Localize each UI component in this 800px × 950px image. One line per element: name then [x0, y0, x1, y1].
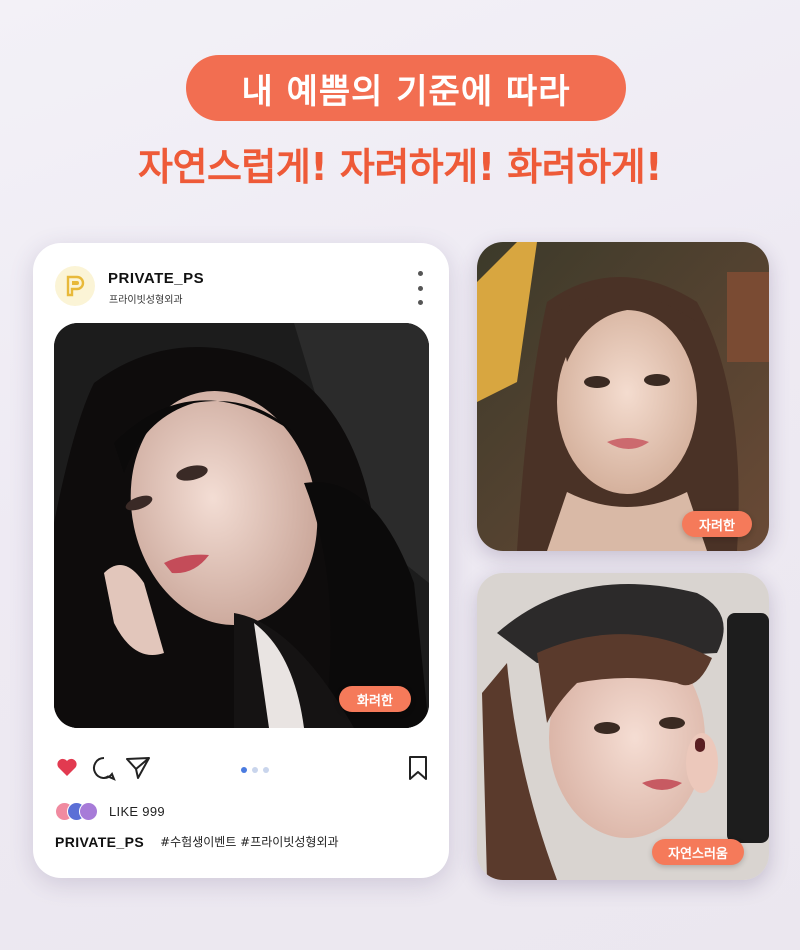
- carousel-dots[interactable]: [241, 767, 269, 773]
- caption-account[interactable]: PRIVATE_PS: [55, 834, 144, 850]
- post-card: PRIVATE_PS 프라이빗성형외과 화려한 LIKE 999 PRIVATE…: [33, 243, 449, 878]
- profile-avatar[interactable]: [55, 266, 95, 306]
- account-subtitle: 프라이빗성형외과: [109, 295, 183, 306]
- liker-avatars: [55, 802, 99, 821]
- side-photo-bottom-portrait: [477, 573, 769, 880]
- subheadline: 자연스럽게! 자려하게! 화려하게!: [138, 145, 662, 189]
- liker-avatar: [79, 802, 98, 821]
- carousel-dot[interactable]: [252, 767, 258, 773]
- side-photo-top: 자려한: [477, 242, 769, 551]
- comment-icon[interactable]: [91, 755, 117, 781]
- send-icon[interactable]: [125, 755, 151, 781]
- tag-elegant: 자려한: [682, 511, 752, 537]
- post-photo-portrait: [54, 323, 429, 728]
- side-photo-bottom: 자연스러움: [477, 573, 769, 880]
- carousel-dot[interactable]: [241, 767, 247, 773]
- headline-pill: 내 예쁨의 기준에 따라: [186, 55, 626, 121]
- post-photo: 화려한: [54, 323, 429, 728]
- caption-row: PRIVATE_PS #수험생이벤트 #프라이빗성형외과: [55, 833, 339, 850]
- logo-p-icon: [66, 275, 85, 297]
- likes-row: LIKE 999: [55, 802, 165, 821]
- tag-glamorous: 화려한: [339, 686, 411, 712]
- more-vertical-icon[interactable]: [413, 271, 427, 305]
- headline-text: 내 예쁨의 기준에 따라: [241, 71, 571, 112]
- account-name[interactable]: PRIVATE_PS: [108, 270, 204, 287]
- side-photo-top-portrait: [477, 242, 769, 551]
- like-count[interactable]: LIKE 999: [109, 804, 165, 819]
- bookmark-icon[interactable]: [407, 755, 429, 781]
- action-row: [55, 755, 429, 785]
- heart-icon[interactable]: [55, 755, 79, 779]
- caption-hashtags[interactable]: #수험생이벤트 #프라이빗성형외과: [160, 833, 339, 850]
- carousel-dot[interactable]: [263, 767, 269, 773]
- tag-natural: 자연스러움: [652, 839, 744, 865]
